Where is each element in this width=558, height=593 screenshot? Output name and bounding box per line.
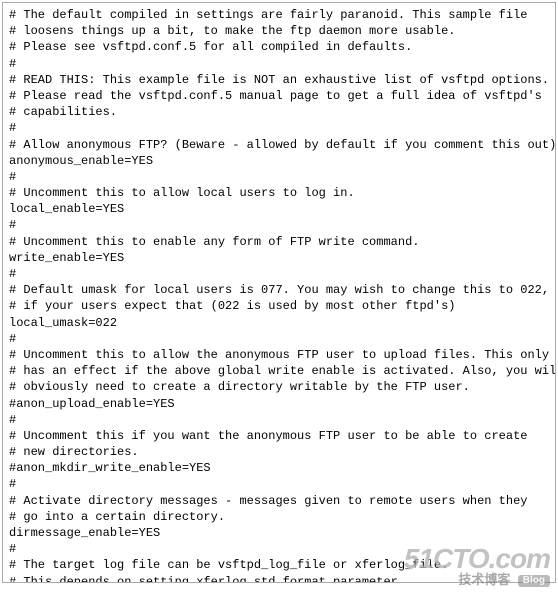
config-line: # [9,476,549,492]
config-line: # Default umask for local users is 077. … [9,282,549,298]
config-line: # [9,266,549,282]
config-line: # go into a certain directory. [9,509,549,525]
config-line: # Uncomment this to allow local users to… [9,185,549,201]
config-line: # [9,412,549,428]
config-line: # Allow anonymous FTP? (Beware - allowed… [9,137,549,153]
config-line: local_umask=022 [9,315,549,331]
config-line: # [9,56,549,72]
config-line: # Please read the vsftpd.conf.5 manual p… [9,88,549,104]
config-line: write_enable=YES [9,250,549,266]
config-line: # Uncomment this if you want the anonymo… [9,428,549,444]
config-line: dirmessage_enable=YES [9,525,549,541]
config-line: # The target log file can be vsftpd_log_… [9,557,549,573]
config-line: # Uncomment this to enable any form of F… [9,234,549,250]
config-line: #anon_upload_enable=YES [9,396,549,412]
config-line: # Activate directory messages - messages… [9,493,549,509]
config-line: # if your users expect that (022 is used… [9,298,549,314]
config-file-view: # The default compiled in settings are f… [2,2,556,583]
config-line: #anon_mkdir_write_enable=YES [9,460,549,476]
config-line: # loosens things up a bit, to make the f… [9,23,549,39]
config-line: # capabilities. [9,104,549,120]
config-line: # new directories. [9,444,549,460]
config-line: anonymous_enable=YES [9,153,549,169]
config-line: # This depends on setting xferlog_std_fo… [9,574,549,583]
config-line: # [9,120,549,136]
config-line: # [9,541,549,557]
config-line: # Please see vsftpd.conf.5 for all compi… [9,39,549,55]
config-line: local_enable=YES [9,201,549,217]
config-line: # obviously need to create a directory w… [9,379,549,395]
config-line: # [9,217,549,233]
config-line: # Uncomment this to allow the anonymous … [9,347,549,363]
config-line: # The default compiled in settings are f… [9,7,549,23]
config-line: # [9,169,549,185]
config-line: # READ THIS: This example file is NOT an… [9,72,549,88]
config-line: # has an effect if the above global writ… [9,363,549,379]
config-line: # [9,331,549,347]
